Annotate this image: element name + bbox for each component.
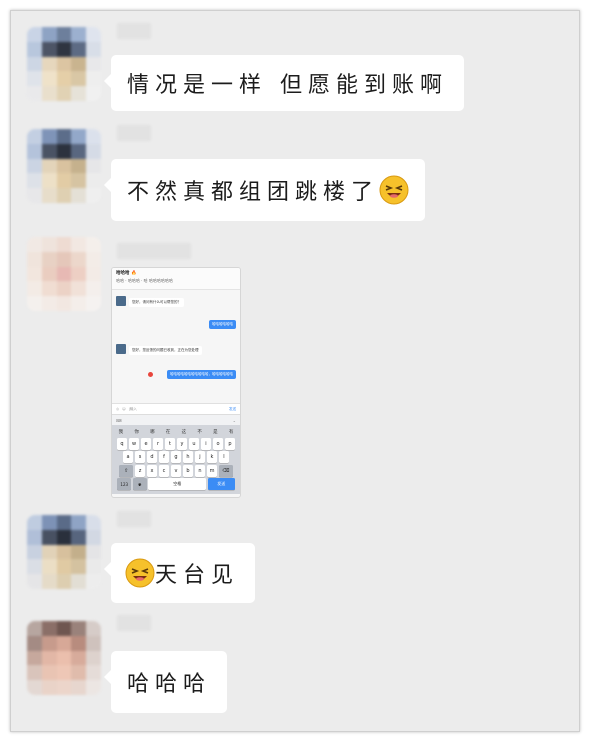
shift-key-icon: ⇧	[119, 464, 134, 477]
message-text: 天台见	[155, 563, 240, 588]
candidate-word: 哪	[150, 429, 155, 435]
screenshot-chat: 您好，请问有什么可以帮您的？ 哈哈哈哈哈哈 您好，您反馈的问题已收到，正在为您处…	[112, 290, 240, 403]
key: k	[206, 451, 218, 463]
nickname	[117, 615, 151, 631]
key: i	[200, 437, 212, 450]
screenshot-image[interactable]: 哈哈哈 🔥 哈哈 · 哈哈哈 · 哈 哈哈哈哈哈哈 您好，请问有什么可以帮您的？…	[111, 267, 241, 498]
space-key: 空格	[148, 478, 207, 490]
key: e	[140, 437, 152, 450]
key: a	[122, 451, 134, 463]
key: q	[116, 437, 128, 450]
key: c	[158, 464, 170, 477]
screenshot-header: 哈哈哈 🔥 哈哈 · 哈哈哈 · 哈 哈哈哈哈哈哈	[112, 268, 240, 290]
key: g	[170, 451, 182, 463]
key-row-2: asdfghjkl	[113, 451, 239, 463]
nickname	[117, 511, 151, 527]
screenshot-input: |输入	[128, 406, 137, 411]
globe-key-icon: 🌐︎	[132, 478, 147, 490]
key: d	[146, 451, 158, 463]
chevron-down-icon: ⌄	[232, 417, 236, 423]
key-row-1: qwertyuiop	[113, 437, 239, 450]
message-bubble[interactable]: 哈哈哈	[103, 651, 228, 713]
key: t	[164, 437, 176, 450]
key: z	[134, 464, 146, 477]
avatar[interactable]	[27, 621, 101, 695]
go-key: 发送	[207, 478, 235, 490]
candidate-word: 在	[165, 429, 171, 435]
key: r	[152, 437, 164, 450]
key: s	[134, 451, 146, 463]
candidate-word: 我	[118, 429, 124, 435]
key-row-4: 123 🌐︎ 空格 发送	[113, 478, 239, 490]
candidate-word: 你	[134, 429, 139, 435]
screenshot-send: 发送	[229, 406, 236, 411]
screenshot-input-bar: ◎ ☺ |输入 发送	[112, 403, 240, 414]
message-text: 哈哈哈	[127, 672, 212, 697]
avatar[interactable]	[27, 237, 101, 311]
backspace-key-icon: ⌫	[218, 464, 233, 477]
message-bubble[interactable]: 不然真都组团跳楼了	[103, 159, 426, 221]
nickname	[117, 125, 151, 141]
screenshot-avatar	[116, 344, 126, 354]
key: u	[188, 437, 200, 450]
candidate-word: 这	[181, 429, 187, 435]
key: j	[194, 451, 206, 463]
screenshot-toolbar: ⌨ ⌄	[112, 414, 240, 425]
voice-icon: ◎	[116, 407, 120, 411]
key: l	[218, 451, 230, 463]
nickname	[117, 243, 191, 259]
screenshot-incoming-message: 您好，您反馈的问题已收到，正在为您处理	[129, 346, 202, 355]
key: b	[182, 464, 194, 477]
candidate-word: 不	[197, 429, 202, 435]
screenshot-subtitle: 哈哈 · 哈哈哈 · 哈 哈哈哈哈哈哈	[116, 278, 173, 283]
key-row-3: ⇧ zxcvbnm ⌫	[113, 464, 239, 477]
key: o	[212, 437, 224, 450]
key: v	[170, 464, 182, 477]
message-bubble[interactable]: 天台见	[103, 543, 256, 603]
candidate-word: 是	[213, 429, 218, 435]
key: p	[224, 437, 236, 450]
message-bubble[interactable]: 情况是一样 但愿能到账啊	[104, 55, 464, 111]
candidate-row: 我你哪在这不是有	[113, 427, 239, 436]
screenshot-avatar	[116, 296, 126, 306]
key: x	[146, 464, 158, 477]
keyboard-icon: ⌨	[116, 417, 122, 423]
screenshot-incoming-message: 您好，请问有什么可以帮您的？	[129, 298, 184, 307]
failed-indicator-icon	[148, 372, 153, 377]
message-text: 不然真都组团跳楼了	[127, 180, 380, 205]
key: f	[158, 451, 170, 463]
screenshot-title: 哈哈哈 🔥	[116, 271, 137, 276]
avatar[interactable]	[27, 27, 101, 101]
grinning-squint-face-icon	[379, 175, 409, 205]
key: n	[194, 464, 206, 477]
grinning-squint-face-icon	[125, 558, 155, 588]
nickname	[117, 23, 151, 39]
avatar[interactable]	[27, 129, 101, 203]
key: h	[182, 451, 194, 463]
avatar[interactable]	[27, 515, 101, 589]
key: w	[128, 437, 140, 450]
chat-window: 情况是一样 但愿能到账啊 不然真都组团跳楼了 哈哈哈 🔥 哈哈 · 哈哈哈 · …	[10, 10, 580, 732]
screenshot-keyboard: 我 你 哪 在 这 不 是 有 qwertyuiop asdfghjkl ⇧ zxcvbnm …	[112, 425, 240, 494]
candidate-word: 有	[228, 429, 234, 435]
key: y	[176, 437, 188, 450]
screenshot-outgoing-message: 哈哈哈哈哈哈	[209, 320, 236, 329]
key: m	[206, 464, 218, 477]
message-text: 情况是一样 但愿能到账啊	[127, 73, 448, 98]
screenshot-outgoing-message: 哈哈哈哈哈哈哈哈哈哈哈，哈哈哈哈哈哈	[167, 370, 236, 379]
emoji-icon: ☺	[122, 407, 126, 411]
numbers-key: 123	[117, 478, 132, 490]
